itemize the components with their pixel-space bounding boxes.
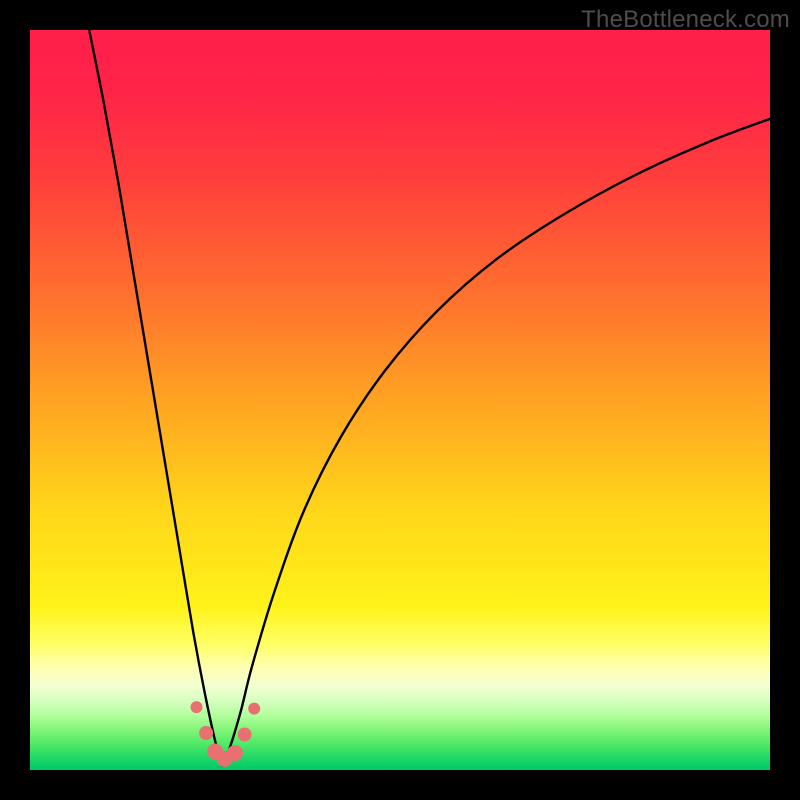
optimum-marker	[199, 726, 213, 740]
outer-frame: TheBottleneck.com	[0, 0, 800, 800]
optimum-marker	[227, 745, 243, 761]
plot-area	[30, 30, 770, 770]
optimum-marker	[238, 727, 252, 741]
gradient-background	[30, 30, 770, 770]
bottleneck-chart	[30, 30, 770, 770]
watermark-text: TheBottleneck.com	[581, 6, 790, 34]
optimum-marker	[191, 701, 203, 713]
optimum-marker	[248, 703, 260, 715]
